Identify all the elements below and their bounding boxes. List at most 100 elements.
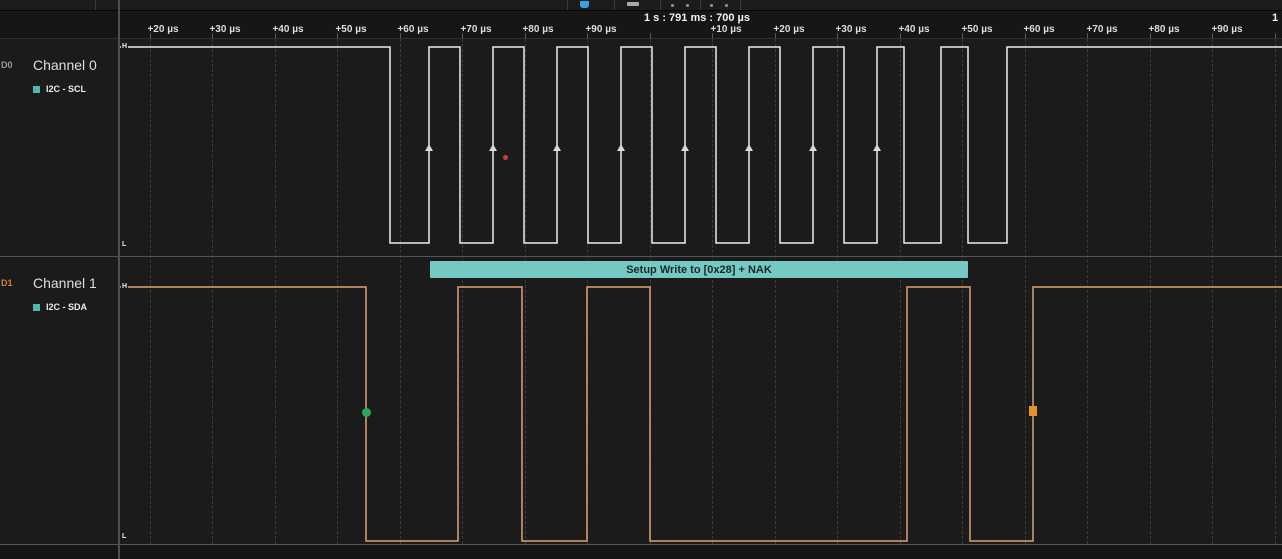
rising-edge-arrow-icon: [489, 144, 497, 151]
gridline: [1150, 39, 1151, 544]
time-tick: [962, 33, 963, 38]
time-tick-label: +50 µs: [335, 24, 366, 35]
dots-icon[interactable]: [710, 4, 713, 7]
rising-edge-arrow-icon: [617, 144, 625, 151]
time-tick: [462, 33, 463, 38]
panel-divider[interactable]: [118, 0, 120, 559]
toolbar-divider: [614, 0, 615, 10]
time-tick: [525, 33, 526, 38]
gridline: [525, 39, 526, 544]
waveform-canvas[interactable]: [0, 0, 1282, 559]
time-tick: [587, 33, 588, 38]
rising-edge-arrow-icon: [681, 144, 689, 151]
dots-icon[interactable]: [671, 4, 674, 7]
gridline: [775, 39, 776, 544]
camera-icon[interactable]: [627, 2, 639, 6]
toolbar: [0, 0, 1282, 11]
analyzer-label: I2C - SDA: [46, 302, 87, 312]
i2c-start-marker-icon: [362, 408, 371, 417]
time-tick: [775, 33, 776, 38]
time-tick-label: +60 µs: [397, 24, 428, 35]
gridline: [650, 39, 651, 544]
time-tick: [275, 33, 276, 38]
rising-edge-arrow-icon: [873, 144, 881, 151]
time-tick: [837, 33, 838, 38]
gridline: [1025, 39, 1026, 544]
bottom-strip: [0, 545, 1282, 559]
gridline: [212, 39, 213, 544]
play-icon[interactable]: [580, 1, 589, 8]
channel0-low-marker: L: [121, 241, 127, 249]
channel1-analyzer[interactable]: I2C - SDA: [33, 302, 87, 312]
gridline: [275, 39, 276, 544]
sda-waveform: [120, 287, 1282, 541]
time-tick-label: +20 µs: [147, 24, 178, 35]
time-tick-label: +10 µs: [710, 24, 741, 35]
time-tick: [150, 33, 151, 38]
rising-edge-arrow-icon: [553, 144, 561, 151]
toolbar-divider: [567, 0, 568, 10]
gridline: [1087, 39, 1088, 544]
gridline: [587, 39, 588, 544]
time-tick: [712, 33, 713, 38]
toolbar-divider: [700, 0, 701, 10]
gridline: [1275, 39, 1276, 544]
time-tick-label: +40 µs: [272, 24, 303, 35]
gridline: [962, 39, 963, 544]
time-tick: [650, 33, 651, 38]
channel0-high-marker: H: [121, 43, 128, 51]
time-tick-label: +60 µs: [1023, 24, 1054, 35]
rising-edge-arrow-icon: [809, 144, 817, 151]
time-tick-label: +70 µs: [1086, 24, 1117, 35]
channel0-analyzer[interactable]: I2C - SCL: [33, 84, 86, 94]
gridline: [462, 39, 463, 544]
scl-waveform: [120, 47, 1282, 243]
analyzer-color-swatch-icon: [33, 304, 40, 311]
annotation-label: Setup Write to [0x28] + NAK: [626, 264, 772, 276]
gridline: [400, 39, 401, 544]
channel1-name[interactable]: Channel 1: [33, 275, 97, 291]
time-tick-label: +90 µs: [585, 24, 616, 35]
channel0-name[interactable]: Channel 0: [33, 57, 97, 73]
dots-icon[interactable]: [686, 4, 689, 7]
time-ruler[interactable]: 1 s : 791 ms : 700 µs 1 +20 µs +30 µs +40 …: [0, 11, 1282, 39]
time-tick-label: +70 µs: [460, 24, 491, 35]
i2c-stop-marker-icon: [1029, 406, 1037, 416]
error-dot-icon: [503, 155, 508, 160]
time-tick-label: +80 µs: [1148, 24, 1179, 35]
time-tick-label: +40 µs: [898, 24, 929, 35]
gridline: [150, 39, 151, 544]
time-tick: [400, 33, 401, 38]
channel-separator[interactable]: [0, 256, 1282, 257]
channel1-high-marker: H: [121, 283, 128, 291]
gridline: [337, 39, 338, 544]
timestamp-next-major-label: 1: [1272, 12, 1278, 24]
time-tick: [337, 33, 338, 38]
analyzer-color-swatch-icon: [33, 86, 40, 93]
toolbar-divider: [95, 0, 96, 10]
rising-edge-arrow-icon: [425, 144, 433, 151]
time-tick-label: +80 µs: [522, 24, 553, 35]
time-tick-label: +30 µs: [835, 24, 866, 35]
timestamp-major-label: 1 s : 791 ms : 700 µs: [644, 12, 750, 24]
i2c-decode-annotation[interactable]: Setup Write to [0x28] + NAK: [430, 261, 968, 278]
time-tick-label: +30 µs: [209, 24, 240, 35]
time-tick: [212, 33, 213, 38]
dots-icon[interactable]: [725, 4, 728, 7]
toolbar-divider: [660, 0, 661, 10]
channel1-low-marker: L: [121, 533, 127, 541]
logic-analyzer-window: 1 s : 791 ms : 700 µs 1 +20 µs +30 µs +40 …: [0, 0, 1282, 559]
gridline: [1212, 39, 1213, 544]
channel0-id: D0: [1, 60, 13, 70]
toolbar-divider: [740, 0, 741, 10]
time-tick: [900, 33, 901, 38]
rising-edge-arrow-icon: [745, 144, 753, 151]
time-tick-label: +20 µs: [773, 24, 804, 35]
time-tick-label: +90 µs: [1211, 24, 1242, 35]
gridline: [712, 39, 713, 544]
time-tick: [1087, 33, 1088, 38]
time-tick: [1025, 33, 1026, 38]
time-tick: [1150, 33, 1151, 38]
time-tick-label: +50 µs: [961, 24, 992, 35]
gridline: [837, 39, 838, 544]
